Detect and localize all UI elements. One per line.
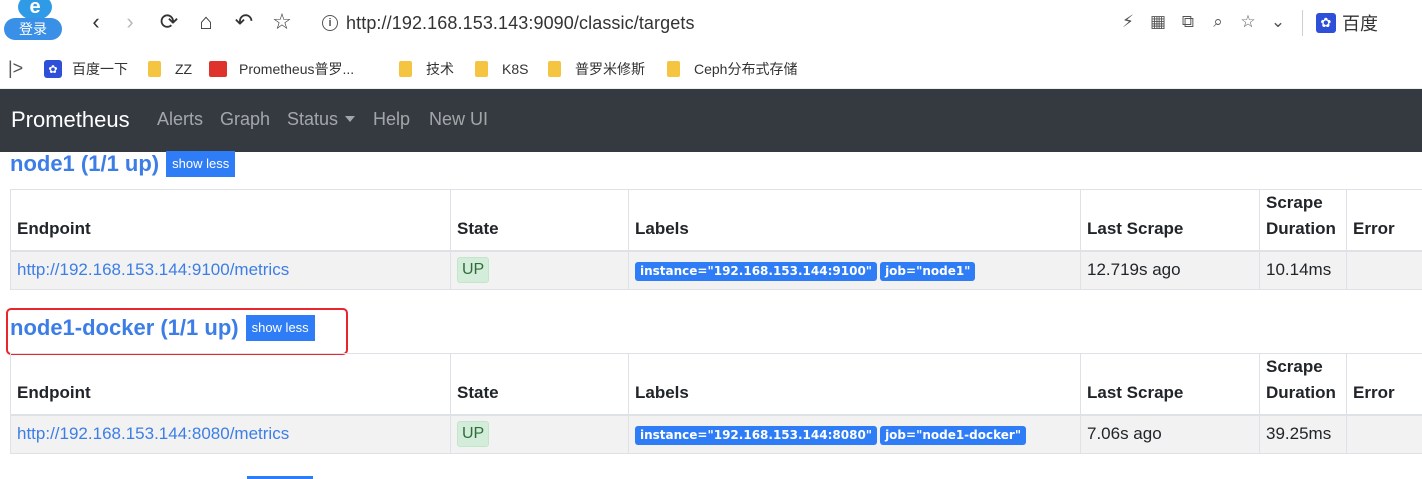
browser-toolbar: e 登录 ‹ › ⟳ ⌂ ↶ ☆ i http://192.168.153.14…: [0, 0, 1422, 46]
address-bar[interactable]: i http://192.168.153.143:9090/classic/ta…: [322, 9, 695, 37]
scrape-duration-cell: 39.25ms: [1259, 414, 1347, 454]
column-header-endpoint: Endpoint: [10, 189, 451, 252]
folder-icon: [667, 61, 680, 77]
undo-icon[interactable]: ↶: [230, 8, 258, 36]
lightning-icon[interactable]: ⚡: [1116, 10, 1140, 34]
bookmark-item[interactable]: 技术: [399, 59, 454, 79]
endpoint-link[interactable]: http://192.168.153.144:8080/metrics: [17, 424, 289, 443]
bookmark-item[interactable]: Ceph分布式存储: [667, 59, 797, 79]
prometheus-navbar: Prometheus Alerts Graph Status Help New …: [0, 89, 1422, 152]
url-path: :9090/classic/targets: [528, 12, 695, 33]
endpoint-cell: http://192.168.153.144:9100/metrics: [10, 250, 451, 290]
error-cell: [1346, 414, 1422, 454]
job-header: node1 (1/1 up) show less: [10, 151, 236, 177]
endpoint-cell: http://192.168.153.144:8080/metrics: [10, 414, 451, 454]
browser-logo-icon: e: [18, 0, 52, 20]
home-icon[interactable]: ⌂: [192, 8, 220, 36]
chevron-down-icon[interactable]: ⌄: [1266, 10, 1290, 34]
state-badge: UP: [457, 421, 490, 448]
bookmark-label: Ceph分布式存储: [694, 61, 798, 77]
nav-status-dropdown[interactable]: Status: [287, 109, 356, 130]
state-cell: UP: [450, 250, 629, 290]
nav-status-label: Status: [287, 109, 339, 129]
bookmarks-bar: |> ✿ 百度一下 ZZ Prometheus普罗... 技术 K8S 普罗米修…: [0, 50, 1422, 89]
bookmark-item[interactable]: ZZ: [148, 59, 192, 79]
column-header-labels: Labels: [628, 353, 1081, 416]
targets-table: Endpoint State Labels Last Scrape Scrape…: [10, 353, 1422, 454]
last-scrape-cell: 12.719s ago: [1080, 250, 1260, 290]
forward-icon[interactable]: ›: [116, 8, 144, 36]
folder-icon: [475, 61, 488, 77]
job-title[interactable]: node1 (1/1 up): [10, 151, 159, 177]
column-header-labels: Labels: [628, 189, 1081, 252]
nav-alerts[interactable]: Alerts: [157, 109, 203, 130]
bookmark-label: K8S: [502, 61, 529, 77]
table-row: http://192.168.153.144:8080/metrics UP i…: [10, 414, 1422, 454]
bookmark-label: 技术: [426, 61, 454, 77]
label-badge: instance="192.168.153.144:9100": [635, 261, 878, 281]
column-header-scrape-duration: Scrape Duration: [1259, 189, 1347, 252]
prometheus-icon: [209, 61, 227, 77]
labels-cell: instance="192.168.153.144:8080" job="node…: [628, 414, 1081, 454]
paw-icon: ✿: [1316, 13, 1336, 33]
nav-graph[interactable]: Graph: [220, 109, 270, 130]
state-badge: UP: [457, 257, 490, 284]
targets-table: Endpoint State Labels Last Scrape Scrape…: [10, 189, 1422, 290]
folder-icon: [148, 61, 161, 77]
search-engine-label: 百度: [1342, 14, 1378, 34]
column-header-state: State: [450, 189, 629, 252]
last-scrape-cell: 7.06s ago: [1080, 414, 1260, 454]
nav-help[interactable]: Help: [373, 109, 410, 130]
baidu-icon: ✿: [44, 60, 62, 78]
table-header-row: Endpoint State Labels Last Scrape Scrape…: [10, 353, 1422, 416]
column-header-error: Error: [1346, 189, 1422, 252]
brand-link[interactable]: Prometheus: [11, 107, 130, 133]
label-badge: instance="192.168.153.144:8080": [635, 425, 878, 445]
url-host: http://192.168.153.143: [346, 12, 529, 33]
table-row: http://192.168.153.144:9100/metrics UP i…: [10, 250, 1422, 290]
toolbar-divider: [1302, 10, 1303, 36]
url-text: http://192.168.153.143:9090/classic/targ…: [346, 13, 695, 34]
bookmark-item[interactable]: K8S: [475, 59, 528, 79]
column-header-last-scrape: Last Scrape: [1080, 353, 1260, 416]
bookmark-item[interactable]: 普罗米修斯: [548, 59, 645, 79]
bookmark-item[interactable]: ✿ 百度一下: [44, 59, 128, 79]
column-header-last-scrape: Last Scrape: [1080, 189, 1260, 252]
bookmark-label: Prometheus普罗...: [239, 61, 355, 77]
table-header-row: Endpoint State Labels Last Scrape Scrape…: [10, 189, 1422, 252]
state-cell: UP: [450, 414, 629, 454]
zoom-icon[interactable]: ⌕: [1206, 10, 1230, 34]
column-header-endpoint: Endpoint: [10, 353, 451, 416]
favorite-star-icon[interactable]: ☆: [1236, 10, 1260, 34]
annotation-highlight-box: [6, 308, 348, 355]
sidebar-toggle-icon[interactable]: |>: [8, 58, 23, 79]
reload-icon[interactable]: ⟳: [155, 8, 183, 36]
translate-icon[interactable]: ⧉: [1176, 10, 1200, 34]
endpoint-link[interactable]: http://192.168.153.144:9100/metrics: [17, 260, 289, 279]
column-header-error: Error: [1346, 353, 1422, 416]
label-badge: job="node1-docker": [880, 425, 1027, 445]
folder-icon: [548, 61, 561, 77]
bookmark-star-icon[interactable]: ☆: [268, 8, 296, 36]
bookmark-label: 百度一下: [72, 61, 128, 77]
site-info-icon[interactable]: i: [322, 15, 338, 31]
nav-new-ui[interactable]: New UI: [429, 109, 488, 130]
labels-cell: instance="192.168.153.144:9100" job="node…: [628, 250, 1081, 290]
column-header-scrape-duration: Scrape Duration: [1259, 353, 1347, 416]
error-cell: [1346, 250, 1422, 290]
qr-code-icon[interactable]: ▦: [1146, 10, 1170, 34]
bookmark-label: 普罗米修斯: [575, 61, 645, 77]
bookmark-label: ZZ: [175, 61, 193, 77]
show-less-button[interactable]: show less: [166, 151, 236, 177]
search-engine-selector[interactable]: ✿ 百度: [1316, 10, 1378, 36]
caret-down-icon: [345, 116, 356, 122]
bookmark-item[interactable]: Prometheus普罗...: [209, 59, 354, 79]
label-badge: job="node1": [880, 261, 976, 281]
column-header-state: State: [450, 353, 629, 416]
login-badge[interactable]: e 登录: [4, 0, 66, 42]
back-icon[interactable]: ‹: [82, 8, 110, 36]
login-button[interactable]: 登录: [4, 18, 62, 40]
scrape-duration-cell: 10.14ms: [1259, 250, 1347, 290]
folder-icon: [399, 61, 412, 77]
